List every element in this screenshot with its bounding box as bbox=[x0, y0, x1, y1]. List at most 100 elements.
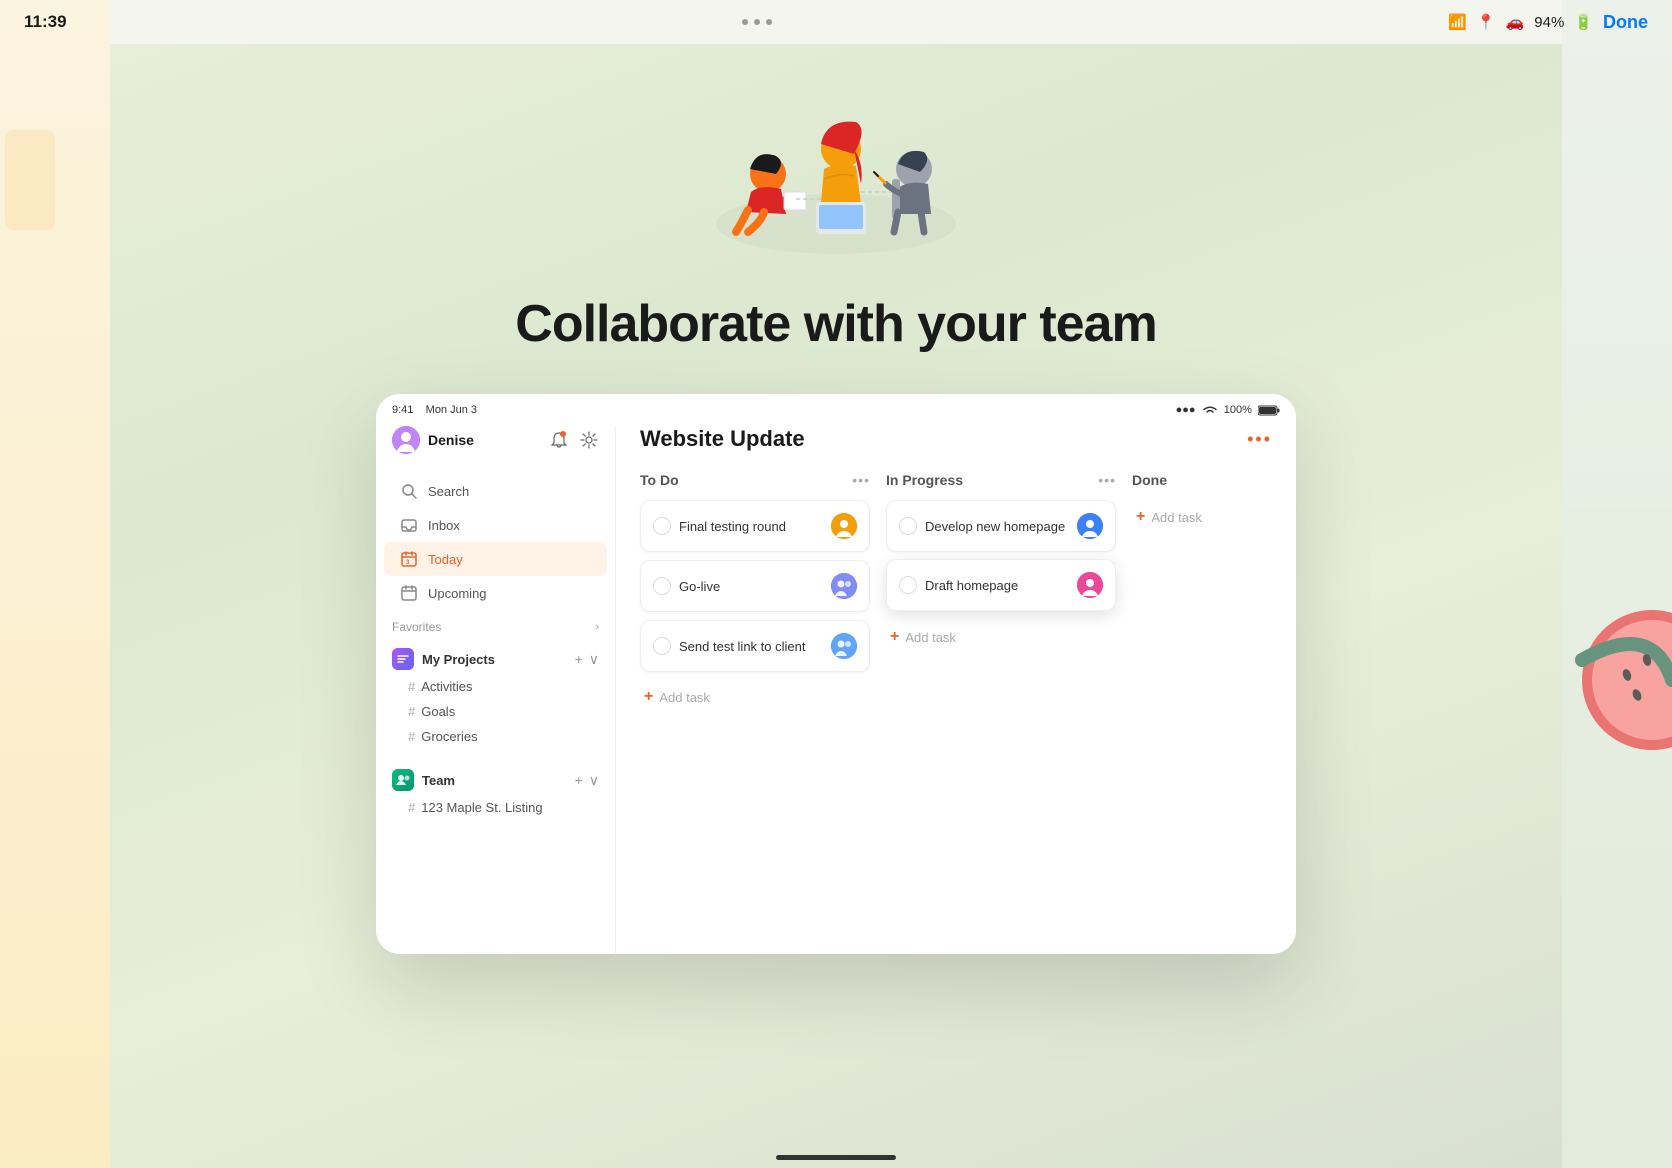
project-item-maple[interactable]: # 123 Maple St. Listing bbox=[400, 795, 599, 820]
sidebar-item-search[interactable]: Search bbox=[384, 474, 607, 508]
favorites-header: Favorites › bbox=[376, 610, 615, 640]
task-checkbox-final-testing[interactable] bbox=[653, 517, 671, 535]
right-decoration bbox=[1562, 600, 1672, 800]
hero-illustration bbox=[706, 84, 966, 264]
task-avatar-final-testing bbox=[831, 513, 857, 539]
status-time: 11:39 bbox=[24, 12, 67, 32]
dot1 bbox=[742, 19, 748, 25]
hash-icon-maple: # bbox=[408, 800, 415, 815]
add-project-icon[interactable]: + bbox=[575, 651, 583, 668]
battery-percent: 94% bbox=[1534, 14, 1564, 31]
hash-icon-goals: # bbox=[408, 704, 415, 719]
task-name-final-testing: Final testing round bbox=[679, 519, 786, 534]
my-projects-actions: + ∨ bbox=[575, 651, 599, 668]
favorites-title: Favorites bbox=[392, 620, 441, 634]
expand-project-icon[interactable]: ∨ bbox=[589, 651, 599, 668]
project-title: Website Update bbox=[640, 426, 805, 452]
battery-icon: 🔋 bbox=[1574, 13, 1593, 31]
expand-team-icon[interactable]: ∨ bbox=[589, 772, 599, 789]
task-final-testing[interactable]: Final testing round bbox=[640, 500, 870, 552]
todo-column: To Do ••• Final testing round bbox=[640, 472, 870, 714]
car-icon: 🚗 bbox=[1506, 13, 1525, 31]
project-item-goals[interactable]: # Goals bbox=[400, 699, 599, 724]
svg-text:3: 3 bbox=[406, 560, 410, 566]
left-panel bbox=[0, 0, 110, 1168]
task-checkbox-send-test[interactable] bbox=[653, 637, 671, 655]
todo-add-task-button[interactable]: + Add task bbox=[640, 680, 870, 714]
dot2 bbox=[754, 19, 760, 25]
more-options-button[interactable]: ••• bbox=[1247, 429, 1272, 450]
done-button[interactable]: Done bbox=[1603, 12, 1648, 33]
inprogress-add-task-button[interactable]: + Add task bbox=[886, 620, 1116, 654]
hero-title: Collaborate with your team bbox=[515, 294, 1156, 354]
task-send-test-link[interactable]: Send test link to client bbox=[640, 620, 870, 672]
sidebar-item-inbox[interactable]: Inbox bbox=[384, 508, 607, 542]
task-develop-homepage[interactable]: Develop new homepage bbox=[886, 500, 1116, 552]
user-info: Denise bbox=[392, 426, 474, 454]
task-name-golive: Go-live bbox=[679, 579, 720, 594]
notification-icon[interactable] bbox=[549, 430, 569, 450]
add-team-icon[interactable]: + bbox=[575, 772, 583, 789]
avatar bbox=[392, 426, 420, 454]
upcoming-nav-label: Upcoming bbox=[428, 586, 487, 601]
done-add-task-button[interactable]: + Add task bbox=[1132, 500, 1296, 534]
task-avatar-golive bbox=[831, 573, 857, 599]
team-name: Team bbox=[422, 773, 455, 788]
search-icon bbox=[401, 483, 417, 499]
todo-add-icon: + bbox=[644, 688, 653, 706]
task-draft-left: Draft homepage bbox=[899, 576, 1018, 594]
user-avatar-icon bbox=[392, 426, 420, 454]
mockup-signal-wifi-battery: ●●● 100% bbox=[1176, 404, 1280, 416]
task-name-draft: Draft homepage bbox=[925, 578, 1018, 593]
task-develop-left: Develop new homepage bbox=[899, 517, 1065, 535]
bell-icon bbox=[551, 431, 567, 449]
project-header: Website Update ••• bbox=[616, 426, 1296, 452]
todo-options-button[interactable]: ••• bbox=[852, 472, 870, 488]
mockup-statusbar: 9:41 Mon Jun 3 ●●● 100% bbox=[376, 394, 1296, 426]
inbox-icon bbox=[401, 517, 417, 533]
task-golive[interactable]: Go-live bbox=[640, 560, 870, 612]
inprogress-title: In Progress bbox=[886, 472, 963, 488]
task-checkbox-draft[interactable] bbox=[899, 576, 917, 594]
team-group: Team + ∨ # 123 Maple St. Listing bbox=[376, 761, 615, 824]
my-projects-avatar bbox=[392, 648, 414, 670]
mockup-time: 9:41 Mon Jun 3 bbox=[392, 404, 477, 416]
hash-icon-groceries: # bbox=[408, 729, 415, 744]
done-column: Done + Add task bbox=[1132, 472, 1296, 714]
upcoming-nav-icon bbox=[400, 584, 418, 602]
done-add-icon: + bbox=[1136, 508, 1145, 526]
project-item-groceries[interactable]: # Groceries bbox=[400, 724, 599, 749]
kanban-board: To Do ••• Final testing round bbox=[616, 472, 1296, 714]
todo-title: To Do bbox=[640, 472, 679, 488]
team-icon bbox=[392, 769, 414, 791]
sidebar: Denise bbox=[376, 394, 616, 954]
team-header-left: Team bbox=[392, 769, 455, 791]
inbox-nav-icon bbox=[400, 516, 418, 534]
user-action-icons bbox=[549, 430, 599, 450]
my-projects-name: My Projects bbox=[422, 652, 495, 667]
search-nav-label: Search bbox=[428, 484, 469, 499]
sidebar-item-upcoming[interactable]: Upcoming bbox=[384, 576, 607, 610]
status-right: 📶 📍 🚗 94% 🔋 Done bbox=[1448, 12, 1648, 33]
task-golive-left: Go-live bbox=[653, 577, 720, 595]
main-content: Collaborate with your team 9:41 Mon Jun … bbox=[110, 44, 1562, 1168]
settings-icon[interactable] bbox=[579, 430, 599, 450]
sidebar-item-today[interactable]: 3 Today bbox=[384, 542, 607, 576]
search-nav-icon bbox=[400, 482, 418, 500]
project-item-activities[interactable]: # Activities bbox=[400, 674, 599, 699]
favorites-chevron: › bbox=[595, 621, 599, 633]
team-header: Team + ∨ bbox=[392, 765, 599, 795]
gear-icon bbox=[580, 431, 598, 449]
task-checkbox-develop[interactable] bbox=[899, 517, 917, 535]
task-checkbox-golive[interactable] bbox=[653, 577, 671, 595]
maple-listing-label: 123 Maple St. Listing bbox=[421, 800, 542, 815]
done-title: Done bbox=[1132, 472, 1167, 488]
hero-section: Collaborate with your team 9:41 Mon Jun … bbox=[110, 44, 1562, 954]
status-bar: 11:39 📶 📍 🚗 94% 🔋 Done bbox=[0, 0, 1672, 44]
task-draft-homepage[interactable]: Draft homepage bbox=[886, 559, 1116, 611]
task-avatar-send-test bbox=[831, 633, 857, 659]
inprogress-options-button[interactable]: ••• bbox=[1098, 472, 1116, 488]
task-avatar-draft bbox=[1077, 572, 1103, 598]
inprogress-column-header: In Progress ••• bbox=[886, 472, 1116, 488]
dot3 bbox=[766, 19, 772, 25]
